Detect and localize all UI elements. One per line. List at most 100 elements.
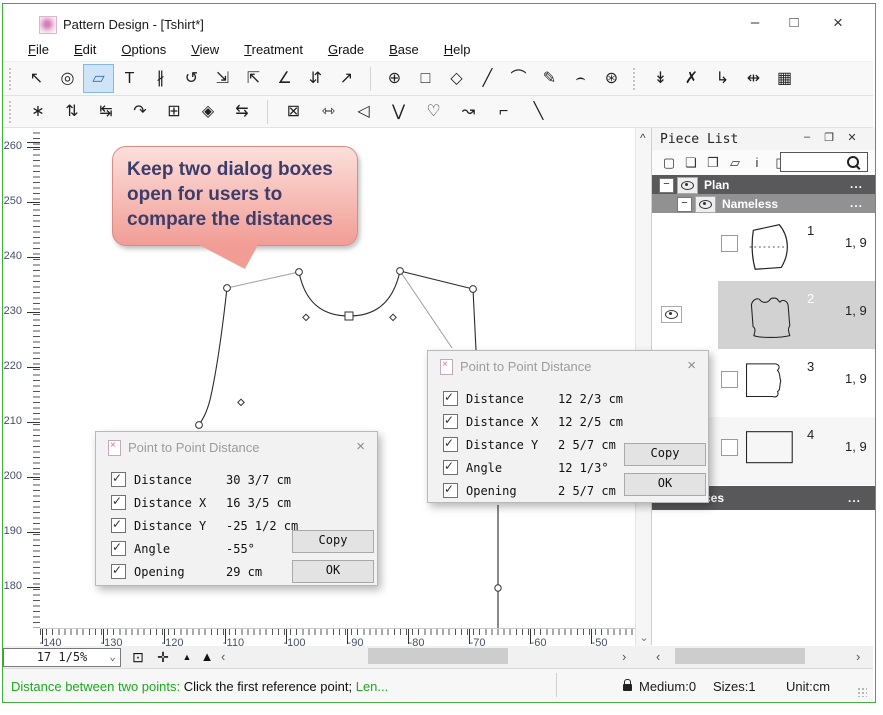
piece-checkbox[interactable]	[721, 235, 738, 252]
scrollbar-thumb[interactable]	[368, 648, 508, 664]
circle-point-tool-icon[interactable]: ⊕	[379, 64, 410, 93]
move-x-tool-icon[interactable]: ⇲	[207, 64, 238, 93]
piece-checkbox[interactable]	[721, 439, 738, 456]
cut-tool-icon[interactable]: ∦	[145, 64, 176, 93]
menu-item[interactable]: Help	[435, 40, 480, 59]
resize-grip[interactable]	[857, 687, 867, 697]
panel-horizontal-scrollbar[interactable]	[669, 648, 852, 664]
smooth-curve-tool-icon[interactable]: ∗	[21, 97, 55, 126]
checkbox[interactable]	[111, 564, 126, 579]
zoom-tool-icon[interactable]: ◎	[52, 64, 83, 93]
arrow-points-tool-icon[interactable]: ↹	[89, 97, 123, 126]
canvas-horizontal-scrollbar[interactable]	[233, 648, 619, 664]
ok-button[interactable]: OK	[624, 473, 706, 496]
piece-checkbox[interactable]	[721, 371, 738, 388]
rotate-tool-icon[interactable]: ↺	[176, 64, 207, 93]
menu-item[interactable]: Treatment	[235, 40, 312, 59]
dashed-measure-tool-icon[interactable]: ↗	[331, 64, 362, 93]
split-point-tool-icon[interactable]: ⇹	[738, 64, 769, 93]
checkbox[interactable]	[111, 541, 126, 556]
spread-tool-icon[interactable]: ↝	[451, 97, 486, 126]
piece-search-box[interactable]	[780, 152, 868, 172]
checkbox[interactable]	[443, 460, 458, 475]
menu-item[interactable]: Base	[380, 40, 428, 59]
tree-row-nameless[interactable]: − Nameless ...	[652, 194, 875, 213]
visibility-toggle[interactable]	[695, 196, 716, 213]
close-button[interactable]: ×	[823, 12, 853, 34]
panel-minimize-button[interactable]: –	[798, 131, 816, 143]
concentric-circles-tool-icon[interactable]: ⊛	[596, 64, 627, 93]
piece-row-2-selected[interactable]: 2 1, 9	[652, 281, 875, 349]
nameless-more-button[interactable]: ...	[850, 196, 863, 210]
copy-button[interactable]: Copy	[292, 530, 374, 553]
add-point-tool-icon[interactable]: ↡	[645, 64, 676, 93]
checkbox[interactable]	[443, 437, 458, 452]
pleat-tool-icon[interactable]: ⇅	[55, 97, 89, 126]
symmetry-tool-icon[interactable]: ⇆	[225, 97, 259, 126]
checkbox[interactable]	[111, 472, 126, 487]
checkbox[interactable]	[443, 483, 458, 498]
dialog-close-icon[interactable]: ×	[356, 438, 365, 455]
toolbar-grip[interactable]	[633, 68, 641, 90]
ok-button[interactable]: OK	[292, 560, 374, 583]
arc-tool-icon[interactable]: ⌢	[565, 64, 596, 93]
zoom-out-preview-icon[interactable]: ▲	[176, 648, 198, 666]
select-pieces-icon[interactable]: ▢	[658, 155, 680, 171]
fan-dart-tool-icon[interactable]: ⋁	[381, 97, 416, 126]
toolbar-grip[interactable]	[9, 101, 17, 123]
tree-expander-icon[interactable]: −	[659, 178, 674, 193]
piece-info-icon[interactable]: i	[746, 155, 768, 170]
panel-scroll-left-icon[interactable]: ‹	[656, 649, 660, 664]
width-measure-tool-icon[interactable]: ⇿	[311, 97, 346, 126]
toolbar-grip[interactable]	[9, 68, 17, 90]
taper-tool-icon[interactable]: ◁	[346, 97, 381, 126]
curve-tool-icon[interactable]: ⌒	[503, 64, 534, 93]
dialog-close-icon[interactable]: ×	[687, 357, 696, 374]
line-tool-icon[interactable]: ╱	[472, 64, 503, 93]
measure-distance-tool-icon[interactable]: ▱	[83, 64, 114, 93]
checkbox[interactable]	[111, 518, 126, 533]
dialog-title-bar[interactable]: Point to Point Distance ×	[428, 351, 708, 381]
zoom-in-preview-icon[interactable]: ▲	[196, 648, 218, 666]
delete-point-tool-icon[interactable]: ✗	[676, 64, 707, 93]
piece-row-1[interactable]: 1 1, 9	[652, 213, 875, 281]
move-point-group-tool-icon[interactable]: ⊞	[157, 97, 191, 126]
tree-row-plan[interactable]: − Plan ...	[652, 175, 875, 194]
scrollbar-thumb[interactable]	[675, 648, 805, 664]
copy-piece-icon[interactable]: ❏	[680, 155, 702, 171]
visibility-toggle[interactable]	[677, 177, 698, 194]
copy-button[interactable]: Copy	[624, 443, 706, 466]
pieces-more-button[interactable]: ...	[848, 491, 861, 505]
panel-scroll-right-icon[interactable]: ›	[856, 649, 860, 664]
transform-box-tool-icon[interactable]: ▦	[769, 64, 800, 93]
bend-curve-tool-icon[interactable]: ↷	[123, 97, 157, 126]
crossed-box-tool-icon[interactable]: ⊠	[276, 97, 311, 126]
frame-select-icon[interactable]: ⊡	[127, 648, 149, 666]
move-y-tool-icon[interactable]: ⇱	[238, 64, 269, 93]
menu-item[interactable]: Grade	[319, 40, 373, 59]
dialog-title-bar[interactable]: Point to Point Distance ×	[96, 432, 377, 462]
corner-measure-tool-icon[interactable]: ⌐	[486, 97, 521, 126]
shield-dart-tool-icon[interactable]: ♡	[416, 97, 451, 126]
panel-collapse-icon[interactable]: ^	[640, 131, 646, 145]
maximize-button[interactable]: □	[779, 12, 809, 34]
corner-point-tool-icon[interactable]: ↳	[707, 64, 738, 93]
angle-line-tool-icon[interactable]: ╲	[521, 97, 556, 126]
menu-item[interactable]: Options	[112, 40, 175, 59]
angle-measure-tool-icon[interactable]: ∠	[269, 64, 300, 93]
export-piece-icon[interactable]: ▱	[724, 155, 746, 171]
dart-tool-icon[interactable]: ◈	[191, 97, 225, 126]
canvas-scroll-left-icon[interactable]: ‹	[221, 649, 225, 664]
polygon-tool-icon[interactable]: ◇	[441, 64, 472, 93]
minimize-button[interactable]: –	[740, 12, 770, 34]
pen-edit-tool-icon[interactable]: ✎	[534, 64, 565, 93]
plan-more-button[interactable]: ...	[850, 177, 863, 191]
checkbox[interactable]	[443, 391, 458, 406]
fit-view-icon[interactable]: ✛	[152, 648, 174, 666]
menu-item[interactable]: File	[19, 40, 58, 59]
visibility-toggle[interactable]	[661, 306, 682, 323]
checkbox[interactable]	[443, 414, 458, 429]
zoom-level-combo[interactable]: 17 1/5% ⌄	[3, 648, 121, 667]
panel-float-button[interactable]: ❐	[820, 131, 838, 144]
panel-close-button[interactable]: ✕	[843, 131, 861, 144]
